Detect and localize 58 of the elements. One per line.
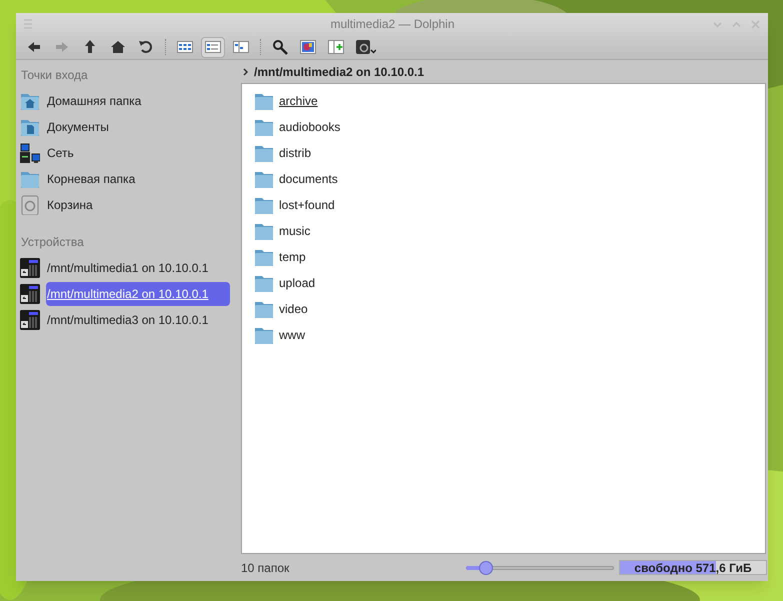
sidebar-item[interactable]: Документы [46,115,230,139]
terminal-icon [356,39,376,55]
file-name[interactable]: archive [279,92,318,110]
reload-icon [138,39,154,55]
status-text: 10 папок [241,560,290,576]
nas-drive-icon [20,284,40,304]
folder-icon [254,299,274,319]
file-name[interactable]: lost+found [279,196,335,214]
folder-icon [254,143,274,163]
file-name[interactable]: documents [279,170,338,188]
up-arrow-icon [82,39,98,55]
forward-arrow-icon [54,39,70,55]
trash-icon [20,195,40,215]
file-name[interactable]: audiobooks [279,118,340,136]
folder-icon [254,247,274,267]
network-icon [20,143,40,163]
sidebar-item[interactable]: /mnt/multimedia3 on 10.10.0.1 [46,308,230,332]
zoom-slider[interactable] [466,560,614,574]
file-name[interactable]: temp [279,248,306,266]
nas-drive-icon [20,310,40,330]
toolbar-button[interactable] [201,36,225,58]
columns-view-icon [233,39,249,55]
section-heading: Устройства [20,234,85,251]
folder-icon [254,195,274,215]
split-view-icon [328,39,344,55]
details-view-icon [205,39,221,55]
folder-icon [254,325,274,345]
file-name[interactable]: video [279,300,308,318]
file-name[interactable]: upload [279,274,316,292]
sidebar-item[interactable]: Корневая папка [46,167,230,191]
home-icon [110,39,126,55]
file-name[interactable]: music [279,222,310,240]
folder-icon [20,169,40,189]
slider-thumb[interactable] [479,560,494,574]
free-space-text: свободно 571,6 ГиБ [634,560,752,576]
image-preview-icon [300,39,316,55]
back-arrow-icon [26,39,42,55]
sidebar-item[interactable]: Сеть [46,141,230,165]
folder-icon [254,117,274,137]
nas-drive-icon [20,258,40,278]
home-folder-icon [20,91,40,111]
folder-icon [254,221,274,241]
chevron-icon [243,68,248,76]
location-path[interactable]: /mnt/multimedia2 on 10.10.0.1 [254,62,424,80]
sidebar-item[interactable]: Корзина [46,193,230,217]
sidebar-item[interactable]: /mnt/multimedia2 on 10.10.0.1 [46,282,230,306]
sidebar-item[interactable]: Домашняя папка [46,89,230,113]
window-title: multimedia2 — Dolphin [330,16,455,33]
icons-view-icon [177,39,193,55]
file-name[interactable]: www [279,326,305,344]
folder-icon [254,91,274,111]
search-icon [272,39,288,55]
folder-icon [254,273,274,293]
file-name[interactable]: distrib [279,144,312,162]
document-folder-icon [20,117,40,137]
sidebar-item[interactable]: /mnt/multimedia1 on 10.10.0.1 [46,256,230,280]
section-heading: Точки входа [20,67,89,84]
folder-icon [254,169,274,189]
